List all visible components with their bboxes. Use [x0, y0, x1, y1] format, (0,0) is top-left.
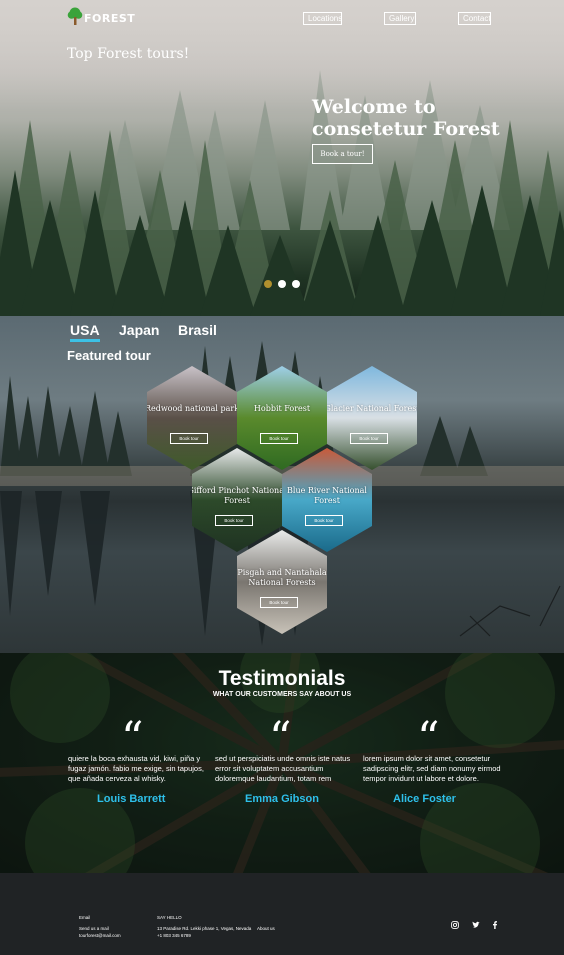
- tour-name: Glacier National Forest: [324, 404, 420, 413]
- slide-dot-2[interactable]: [278, 280, 286, 288]
- footer: Email Send us a mail tourforest@mail.com…: [0, 873, 564, 955]
- testimonial-quote: sed ut perspiciatis unde omnis iste natu…: [215, 754, 351, 783]
- footer-address: 13 Paradise Rd. Lekki phase 1, Vegas, Ne…: [157, 926, 252, 931]
- nav-contact[interactable]: Contact: [458, 12, 491, 25]
- book-tour-button[interactable]: Book tour: [260, 597, 298, 608]
- slide-dot-1[interactable]: [264, 280, 272, 288]
- tab-usa[interactable]: USA: [70, 322, 100, 342]
- testimonials-subtitle: WHAT OUR CUSTOMERS SAY ABOUT US: [212, 691, 352, 698]
- tour-name: Blue River National Forest: [287, 486, 367, 505]
- footer-email-label: Email: [79, 915, 91, 920]
- nav-gallery[interactable]: Gallery: [384, 12, 416, 25]
- testimonial-quote: quiere la boca exhausta vid, kiwi, piña …: [68, 754, 204, 783]
- book-tour-button[interactable]: Book tour: [260, 433, 298, 444]
- nav-locations[interactable]: Locations: [303, 12, 342, 25]
- instagram-icon[interactable]: [451, 916, 459, 929]
- tour-name: Hobbit Forest: [253, 404, 311, 413]
- book-tour-button[interactable]: Book tour: [305, 515, 343, 526]
- tour-name: Redwood national park: [144, 404, 240, 413]
- tree-icon: [67, 7, 83, 25]
- hero-tagline: Top Forest tours!: [67, 46, 190, 62]
- tour-name: Gifford Pinchot National Forest: [187, 486, 287, 505]
- tab-brasil[interactable]: Brasil: [178, 322, 217, 338]
- testimonial-author: Emma Gibson: [245, 793, 319, 805]
- book-tour-button[interactable]: Book tour: [215, 515, 253, 526]
- facebook-icon[interactable]: [491, 916, 499, 929]
- hero-section: FOREST Locations Gallery Contact Top For…: [0, 0, 564, 316]
- tour-name: Pisgah and Nantahala National Forests: [237, 568, 327, 587]
- featured-section: USA Japan Brasil Featured tour Redwood n…: [0, 316, 564, 653]
- footer-send-mail[interactable]: Send us a mail: [79, 925, 109, 932]
- hero-title: Welcome to consetetur Forest: [312, 96, 500, 140]
- slide-dot-3[interactable]: [292, 280, 300, 288]
- tab-japan[interactable]: Japan: [119, 322, 159, 338]
- brand-name: FOREST: [84, 11, 136, 25]
- testimonial-quote: lorem ipsum dolor sit amet, consetetur s…: [363, 754, 501, 783]
- footer-phone: +1 803 345 6789: [157, 933, 191, 938]
- book-tour-button[interactable]: Book a tour!: [312, 144, 373, 164]
- twitter-icon[interactable]: [472, 916, 480, 928]
- featured-title: Featured tour: [67, 348, 151, 363]
- book-tour-button[interactable]: Book tour: [350, 433, 388, 444]
- footer-about-link[interactable]: About us: [257, 925, 275, 932]
- footer-hello-label: SAY HELLO: [157, 915, 182, 920]
- testimonial-author: Louis Barrett: [97, 793, 166, 805]
- testimonial-author: Alice Foster: [393, 793, 456, 805]
- testimonials-title: Testimonials: [218, 667, 346, 690]
- brand-logo[interactable]: FOREST: [67, 7, 135, 25]
- testimonials-section: Testimonials WHAT OUR CUSTOMERS SAY ABOU…: [0, 653, 564, 873]
- footer-email-address[interactable]: tourforest@mail.com: [79, 932, 121, 939]
- book-tour-button[interactable]: Book tour: [170, 433, 208, 444]
